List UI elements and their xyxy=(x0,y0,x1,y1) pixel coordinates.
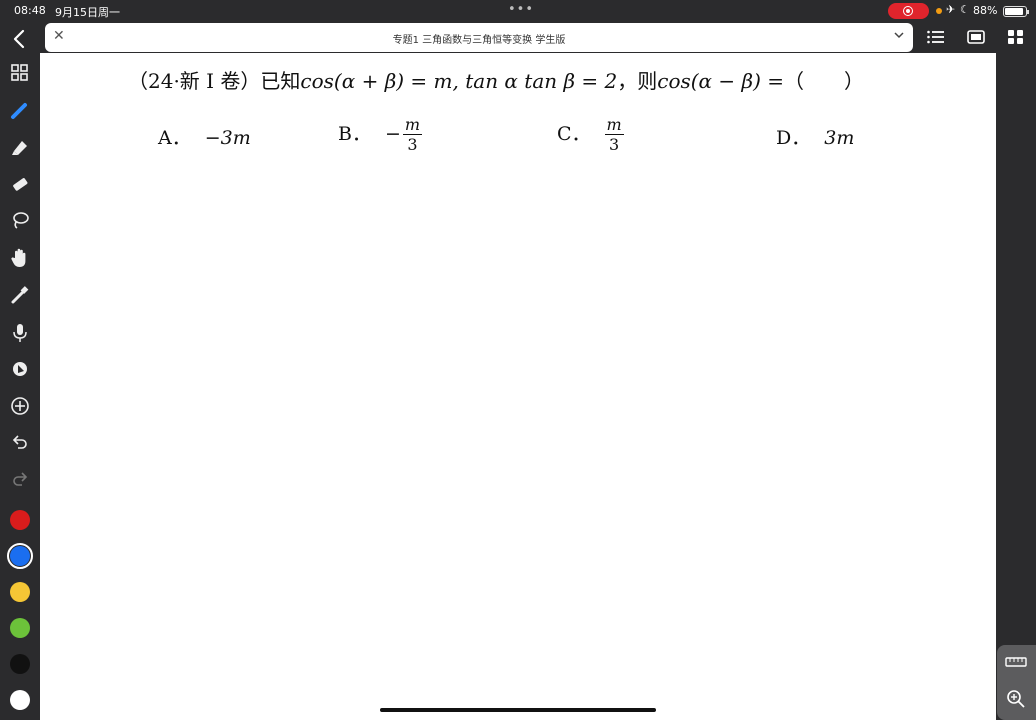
option-a: A． −3m xyxy=(158,123,251,150)
option-c: C． m 3 xyxy=(557,115,624,154)
record-icon xyxy=(903,6,913,16)
pen-icon[interactable] xyxy=(9,100,31,122)
fraction-denominator: 3 xyxy=(609,135,620,154)
document-page[interactable]: （24·新 I 卷）已知cos(α + β) = m, tan α tan β … xyxy=(40,53,996,720)
document-title-bar[interactable]: ✕ 专题1 三角函数与三角恒等变换 学生版 xyxy=(45,23,913,52)
undo-icon[interactable] xyxy=(9,432,31,454)
hand-icon[interactable] xyxy=(9,247,31,269)
option-sign: − xyxy=(384,122,401,145)
color-swatch[interactable] xyxy=(10,510,30,530)
grid-icon[interactable] xyxy=(1006,28,1028,48)
option-label: B． xyxy=(338,122,371,145)
battery-icon xyxy=(1003,6,1029,17)
color-swatch[interactable] xyxy=(10,618,30,638)
status-bar: 08:48 9月15日周一 ••• ✈ ☾ 88% xyxy=(0,0,1036,22)
battery-fill xyxy=(1005,8,1023,15)
mic-icon[interactable] xyxy=(9,322,31,344)
fraction: m3 xyxy=(604,115,624,154)
chevron-left-icon xyxy=(13,29,25,49)
question-expr2: cos(α − β) = xyxy=(657,69,785,93)
marker-icon[interactable] xyxy=(9,285,31,307)
home-indicator[interactable] xyxy=(380,708,656,712)
status-time: 08:48 xyxy=(14,4,46,17)
battery-percent: 88% xyxy=(973,4,998,17)
color-swatch[interactable] xyxy=(7,543,33,569)
redo-icon[interactable] xyxy=(9,469,31,491)
chevron-down-icon[interactable] xyxy=(893,29,905,44)
lasso-icon[interactable] xyxy=(9,210,31,232)
list-icon[interactable] xyxy=(926,28,948,48)
grid-view-icon[interactable] xyxy=(9,64,31,86)
question-text: （24·新 I 卷）已知cos(α + β) = m, tan α tan β … xyxy=(128,65,864,94)
option-label: D． xyxy=(776,127,811,149)
highlighter-icon[interactable] xyxy=(9,137,31,159)
option-label: A． xyxy=(158,127,191,149)
question-prefix: （24·新 I 卷）已知 xyxy=(128,69,301,93)
add-icon[interactable] xyxy=(9,396,31,418)
color-swatch[interactable] xyxy=(10,690,30,710)
shape-icon[interactable] xyxy=(9,359,31,381)
zoom-panel[interactable] xyxy=(997,645,1036,720)
color-swatch[interactable] xyxy=(10,654,30,674)
battery-nub xyxy=(1027,10,1029,14)
document-title: 专题1 三角函数与三角恒等变换 学生版 xyxy=(392,35,566,46)
fraction-numerator: m xyxy=(402,115,423,135)
question-expr1: cos(α + β) = m, tan α tan β = 2 xyxy=(300,69,618,93)
back-button[interactable] xyxy=(10,28,32,50)
eraser-icon[interactable] xyxy=(9,174,31,196)
fraction: m3 xyxy=(402,115,423,154)
fraction-denominator: 3 xyxy=(407,135,418,154)
screen-record-indicator[interactable] xyxy=(888,3,929,19)
option-value: −3m xyxy=(204,127,251,149)
option-value: 3m xyxy=(824,127,855,149)
option-b: B． − m 3 xyxy=(338,115,423,154)
question-mid: ，则 xyxy=(617,69,658,93)
option-d: D． 3m xyxy=(776,123,854,150)
window-icon[interactable] xyxy=(966,28,988,48)
option-label: C． xyxy=(557,122,591,145)
status-date: 9月15日周一 xyxy=(55,6,120,19)
mic-in-use-indicator xyxy=(936,8,942,14)
color-swatch[interactable] xyxy=(10,582,30,602)
ruler-icon[interactable] xyxy=(1005,655,1027,669)
airplane-mode-icon: ✈ xyxy=(946,3,956,16)
fraction-numerator: m xyxy=(604,115,624,135)
multitask-dots-icon[interactable]: ••• xyxy=(508,2,534,17)
answer-blank: （ ） xyxy=(784,69,865,93)
zoom-in-icon[interactable] xyxy=(1006,689,1026,709)
focus-moon-icon: ☾ xyxy=(960,3,970,16)
